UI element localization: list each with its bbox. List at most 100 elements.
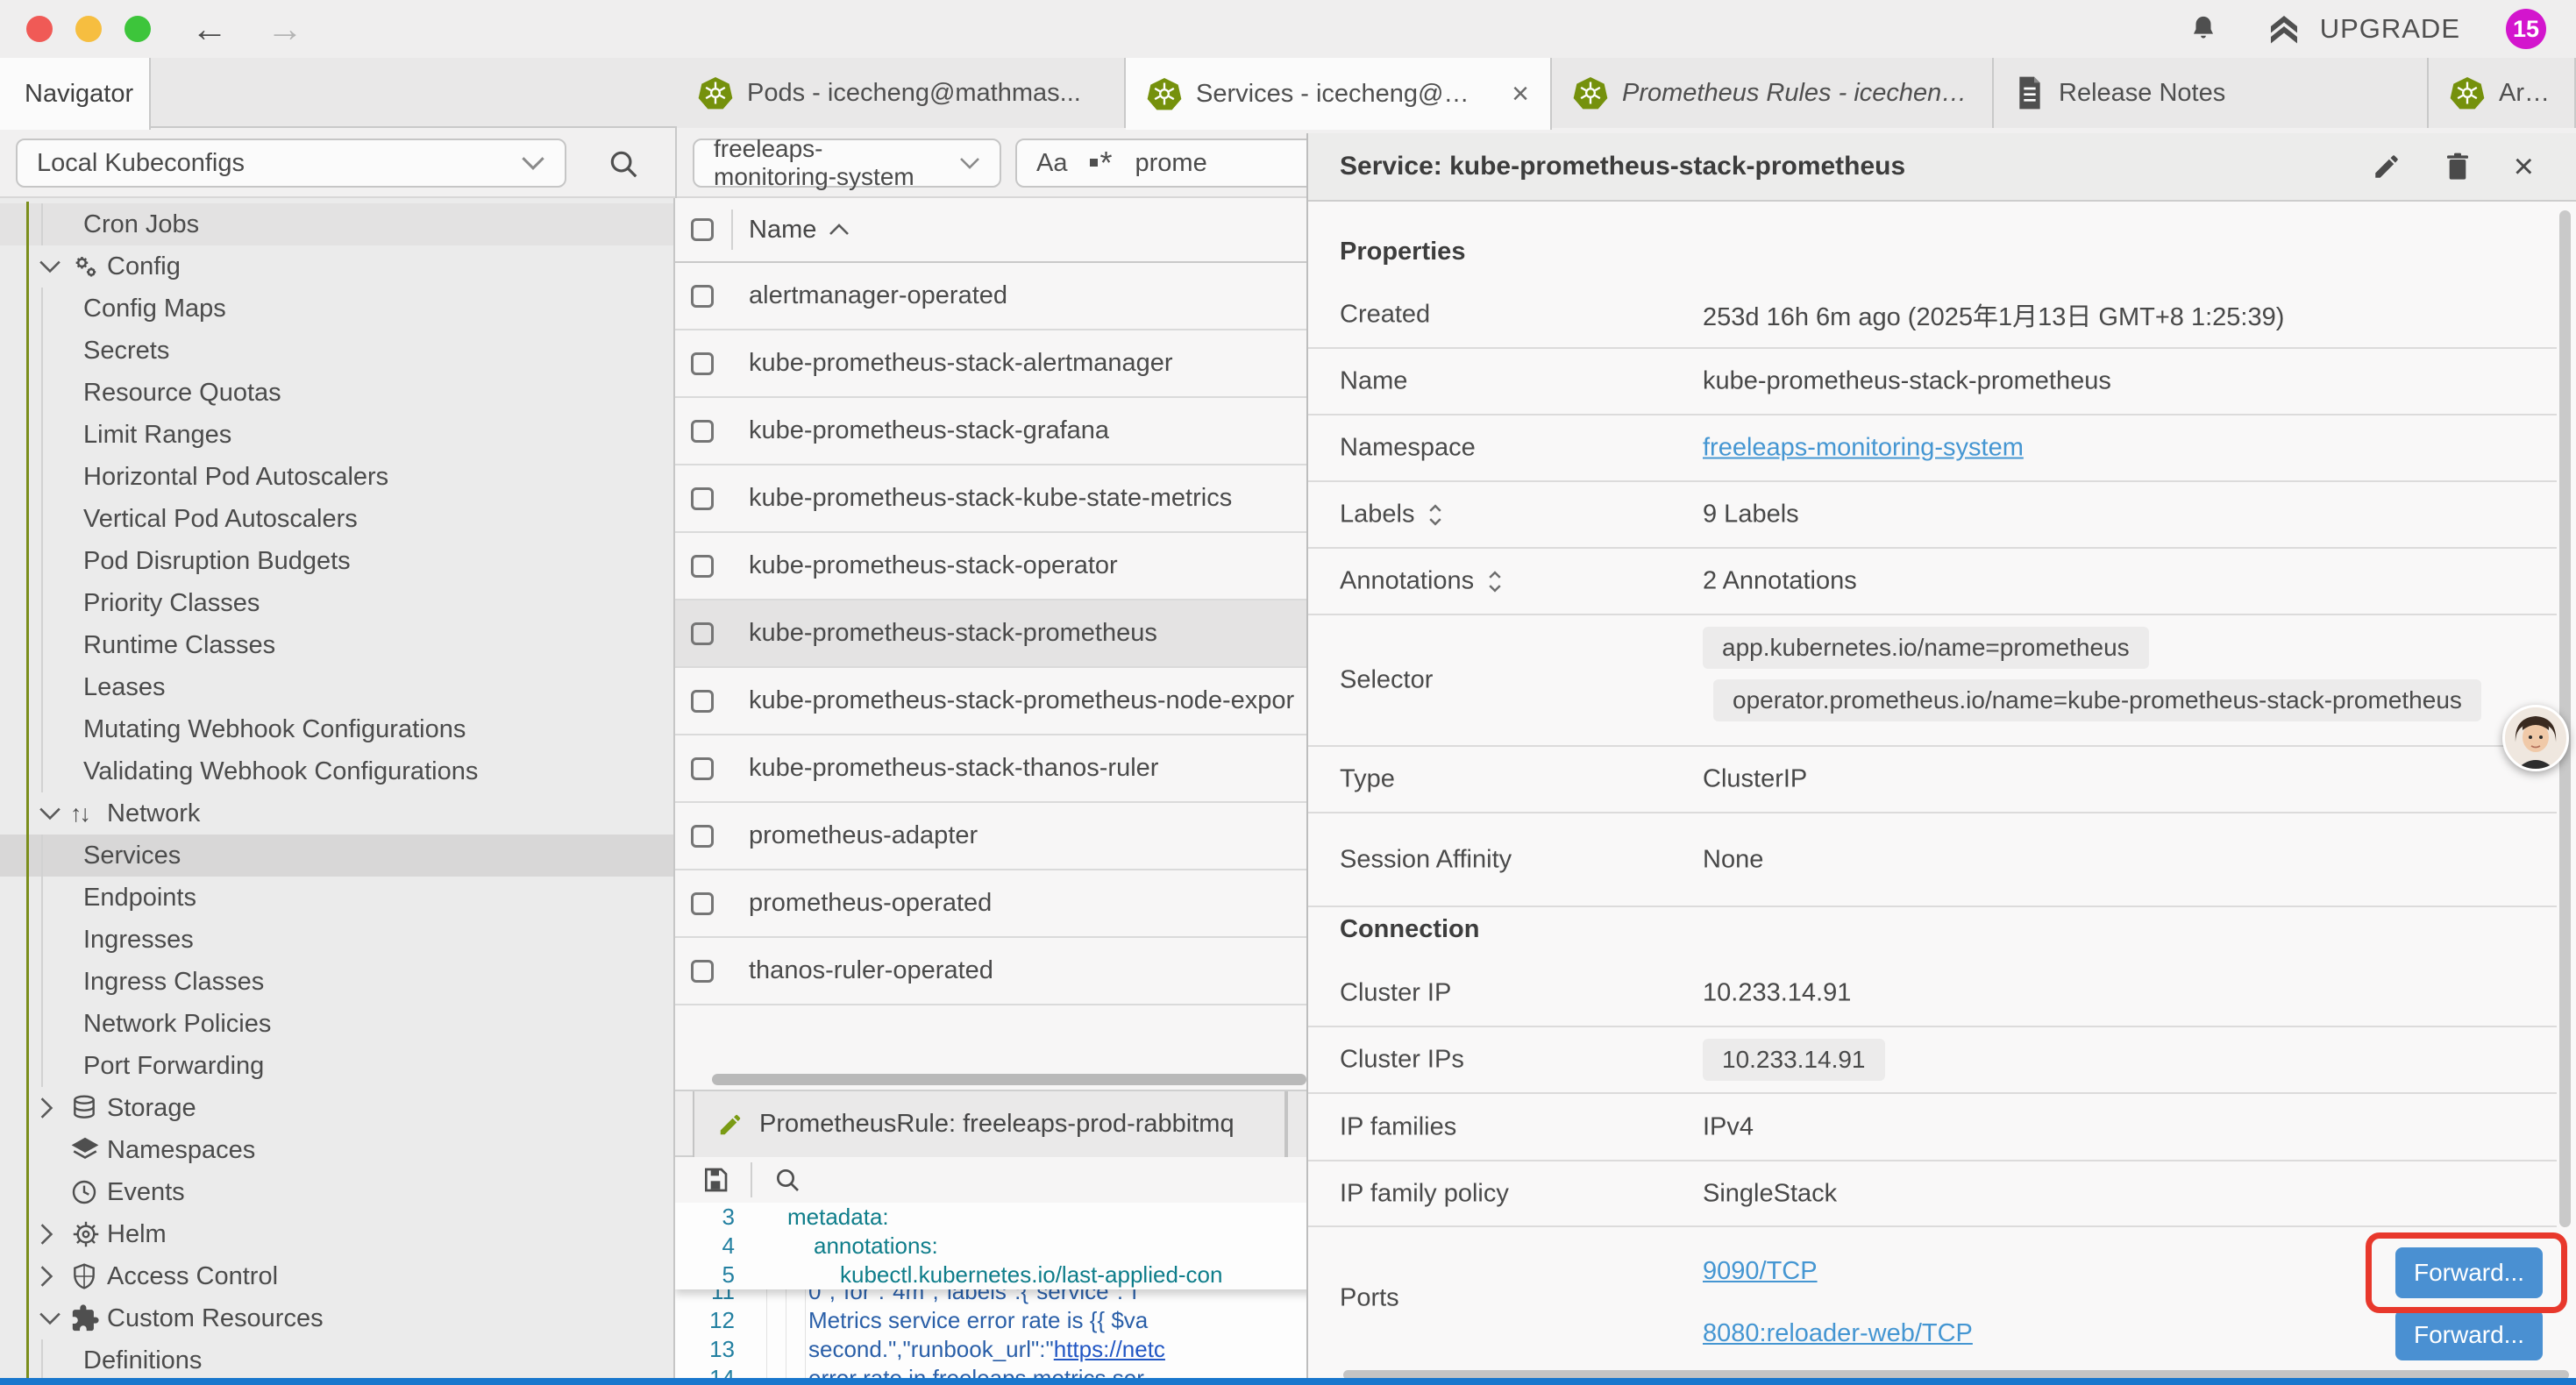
property-value: kube-prometheus-stack-prometheus [1703,367,2111,396]
sidebar-item-mutating-webhook-configurations[interactable]: Mutating Webhook Configurations [0,708,675,750]
sidebar-item-label: Services [83,842,181,870]
editor-tab[interactable]: PrometheusRule: freeleaps-prod-rabbitmq [693,1091,1286,1157]
port-link[interactable]: 9090/TCP [1703,1257,1818,1286]
editor-search-icon[interactable] [773,1166,801,1194]
row-checkbox[interactable] [691,825,714,848]
sidebar-item-label: Helm [107,1220,167,1249]
minimize-window-button[interactable] [75,16,102,42]
tab-release-notes[interactable]: Release Notes [1994,58,2429,128]
sidebar-item-ingress-classes[interactable]: Ingress Classes [0,961,675,1003]
namespace-filter-selector[interactable]: freeleaps-monitoring-system [693,138,1001,188]
edit-icon[interactable] [2372,152,2402,181]
chevron-down-icon [959,156,980,170]
back-arrow-icon[interactable]: ← [191,11,228,47]
tab-navigator[interactable]: Navigator [0,58,151,130]
sidebar-item-port-forwarding[interactable]: Port Forwarding [0,1045,675,1087]
row-checkbox[interactable] [691,420,714,443]
row-checkbox[interactable] [691,622,714,645]
row-checkbox[interactable] [691,487,714,510]
namespace-link[interactable]: freeleaps-monitoring-system [1703,434,2024,463]
chevron-down-icon[interactable] [39,806,61,821]
sidebar-item-limit-ranges[interactable]: Limit Ranges [0,414,675,456]
service-name: kube-prometheus-stack-prometheus [749,619,1157,648]
sidebar-item-label: Ingress Classes [83,968,264,997]
close-icon[interactable]: × [2514,149,2534,184]
kubeconfig-selector[interactable]: Local Kubeconfigs [16,138,566,188]
sidebar-item-label: Resource Quotas [83,379,281,408]
forward-button[interactable]: Forward... [2395,1310,2543,1360]
sidebar-item-pod-disruption-budgets[interactable]: Pod Disruption Budgets [0,540,675,582]
row-checkbox[interactable] [691,690,714,713]
upgrade-button[interactable]: UPGRADE [2264,11,2460,47]
sidebar-item-config[interactable]: Config [0,245,675,288]
chevron-down-icon[interactable] [39,259,61,274]
sidebar-item-label: Network Policies [83,1010,271,1039]
save-icon[interactable] [701,1166,729,1194]
sidebar-item-endpoints[interactable]: Endpoints [0,877,675,919]
select-all-checkbox[interactable] [691,218,714,241]
tab-pods-icecheng-mathmas[interactable]: Pods - icecheng@mathmas... [677,58,1126,128]
sidebar-item-storage[interactable]: Storage [0,1087,675,1129]
search-icon[interactable] [607,147,640,181]
row-checkbox[interactable] [691,285,714,308]
property-label: Selector [1340,666,1433,695]
sort-icon[interactable] [1427,501,1444,528]
window-focus-bar [0,1378,2576,1385]
sidebar-item-resource-quotas[interactable]: Resource Quotas [0,372,675,414]
sidebar-item-network-policies[interactable]: Network Policies [0,1003,675,1045]
tab-services-icecheng-math[interactable]: Services - icecheng@math...× [1126,58,1552,130]
horizontal-scrollbar[interactable] [712,1074,1306,1085]
sidebar-item-label: Access Control [107,1262,278,1291]
sidebar-item-priority-classes[interactable]: Priority Classes [0,582,675,624]
delete-icon[interactable] [2444,151,2472,182]
bell-icon[interactable] [2188,13,2218,45]
sidebar-item-horizontal-pod-autoscalers[interactable]: Horizontal Pod Autoscalers [0,456,675,498]
row-checkbox[interactable] [691,352,714,375]
sidebar-item-cron-jobs[interactable]: Cron Jobs [0,203,675,245]
avatar[interactable] [2502,705,2569,771]
port-link[interactable]: 8080:reloader-web/TCP [1703,1319,1973,1348]
sidebar-item-helm[interactable]: Helm [0,1213,675,1255]
sidebar-item-secrets[interactable]: Secrets [0,330,675,372]
property-label: Session Affinity [1340,845,1512,874]
sidebar-item-label: Secrets [83,337,169,366]
sidebar-item-runtime-classes[interactable]: Runtime Classes [0,624,675,666]
row-checkbox[interactable] [691,757,714,780]
forward-arrow-icon[interactable]: → [267,11,303,47]
sidebar-item-config-maps[interactable]: Config Maps [0,288,675,330]
match-case-icon[interactable]: Aa [1036,149,1067,178]
kubernetes-icon [698,75,733,110]
regex-icon[interactable]: * [1090,145,1112,181]
tab-strip: Navigator Pods - icecheng@mathmas...Serv… [0,58,2576,128]
sidebar-item-namespaces[interactable]: Namespaces [0,1129,675,1171]
sidebar-item-leases[interactable]: Leases [0,666,675,708]
sidebar-item-vertical-pod-autoscalers[interactable]: Vertical Pod Autoscalers [0,498,675,540]
sidebar-item-definitions[interactable]: Definitions [0,1339,675,1381]
chevron-down-icon[interactable] [39,1310,61,1326]
tab-argo-se[interactable]: Argo Se [2429,58,2576,128]
sidebar-item-custom-resources[interactable]: Custom Resources [0,1297,675,1339]
sidebar-item-validating-webhook-configurations[interactable]: Validating Webhook Configurations [0,750,675,792]
sidebar-item-ingresses[interactable]: Ingresses [0,919,675,961]
chevron-right-icon[interactable] [39,1097,54,1119]
row-checkbox[interactable] [691,960,714,983]
row-checkbox[interactable] [691,892,714,915]
close-tab-icon[interactable]: × [1498,77,1529,111]
chevron-right-icon[interactable] [39,1223,54,1246]
sidebar-item-access-control[interactable]: Access Control [0,1255,675,1297]
service-detail-panel: Service: kube-prometheus-stack-prometheu… [1306,133,2576,1385]
editor-tab-label: PrometheusRule: freeleaps-prod-rabbitmq [759,1110,1235,1139]
sidebar-item-services[interactable]: Services [0,835,675,877]
tab-prometheus-rules-icecheng[interactable]: Prometheus Rules - icecheng... [1552,58,1994,128]
sidebar-item-network[interactable]: ↑↓Network [0,792,675,835]
search-input[interactable]: Aa * prome [1015,138,1331,188]
notification-badge[interactable]: 15 [2506,9,2546,49]
close-window-button[interactable] [26,16,53,42]
name-column-header[interactable]: Name [749,216,816,245]
sidebar-item-events[interactable]: Events [0,1171,675,1213]
row-checkbox[interactable] [691,555,714,578]
maximize-window-button[interactable] [125,16,151,42]
chevron-right-icon[interactable] [39,1265,54,1288]
sort-icon[interactable] [1486,568,1504,594]
sort-ascending-icon[interactable] [829,223,850,237]
